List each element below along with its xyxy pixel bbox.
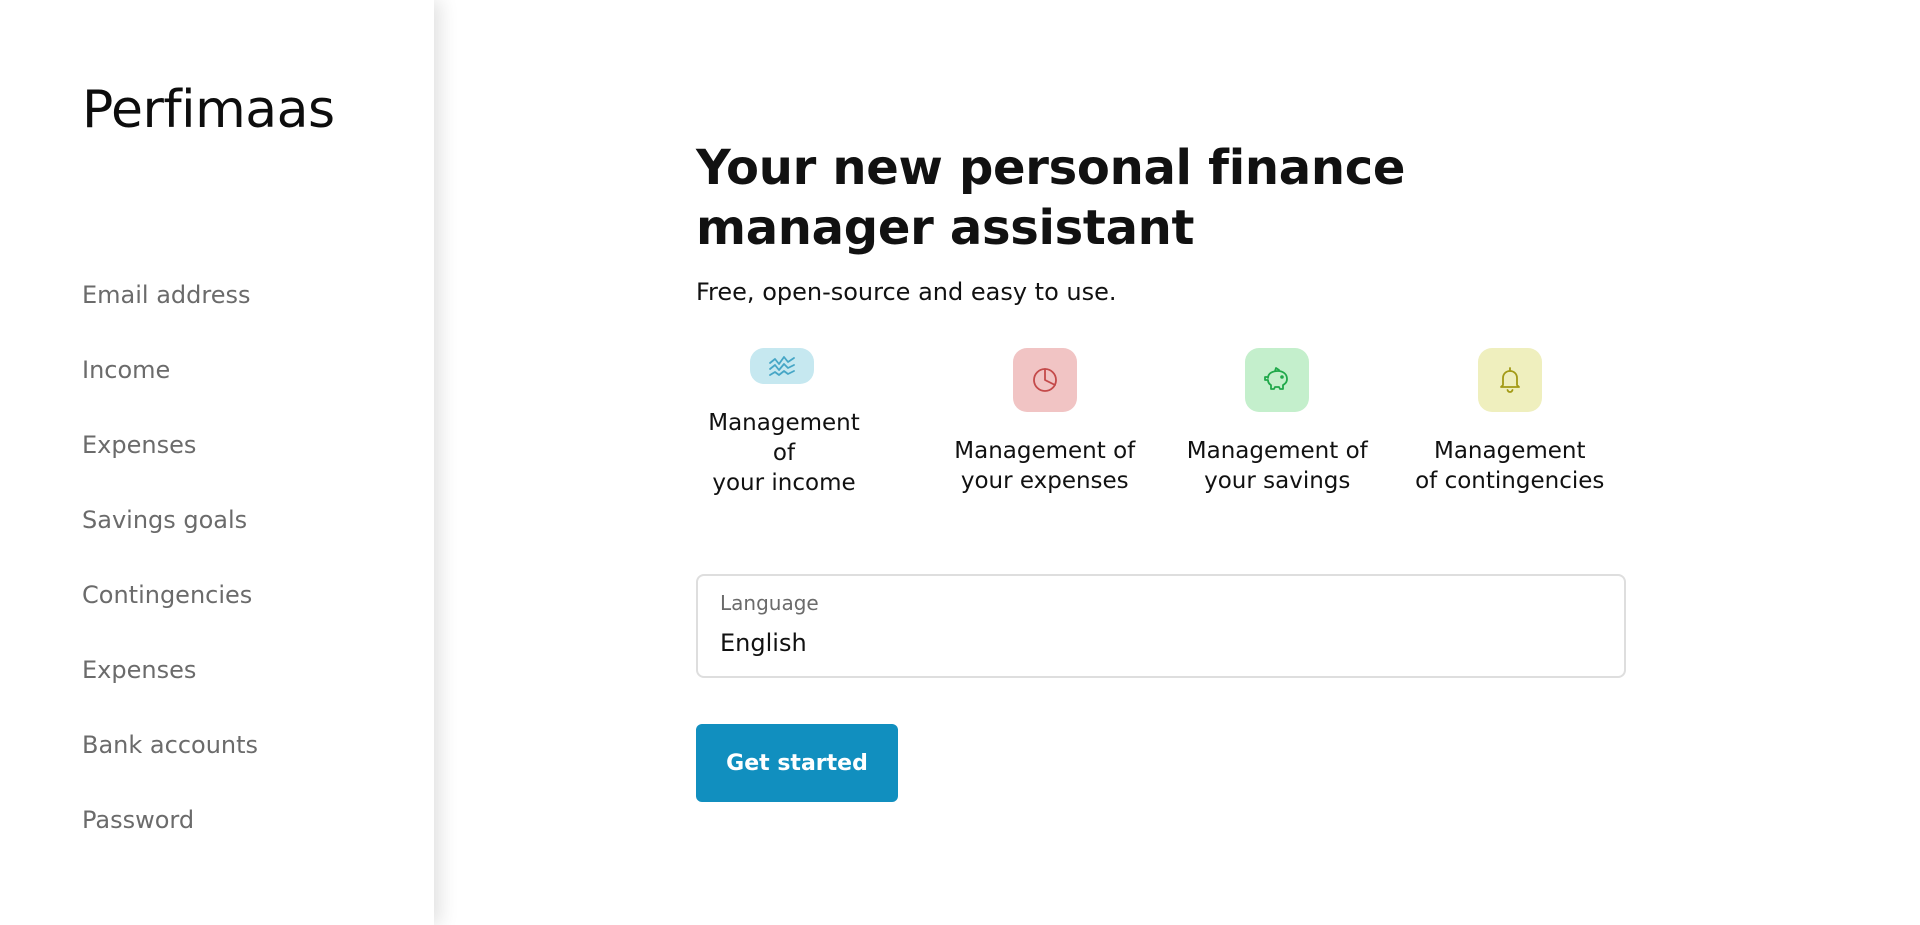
sidebar-item-expenses[interactable]: Expenses — [82, 426, 258, 501]
sidebar: Perfimaas Email address Income Expenses … — [0, 0, 434, 925]
sidebar-item-bank-accounts[interactable]: Bank accounts — [82, 726, 258, 801]
sidebar-item-email-address[interactable]: Email address — [82, 276, 258, 351]
feature-expenses: Management of your expenses — [929, 348, 1162, 498]
feature-income: Management of your income — [696, 348, 929, 498]
piggy-bank-icon — [1245, 348, 1310, 412]
feature-income-label: Management of your income — [708, 410, 860, 496]
get-started-button[interactable]: Get started — [696, 724, 898, 802]
page-subtitle: Free, open-source and easy to use. — [696, 278, 1117, 306]
brand-logo: Perfimaas — [82, 80, 335, 140]
sidebar-item-contingencies[interactable]: Contingencies — [82, 576, 258, 651]
feature-savings-label: Management of your savings — [1186, 438, 1368, 494]
feature-contingencies: Management of contingencies — [1394, 348, 1627, 498]
sidebar-nav: Email address Income Expenses Savings go… — [82, 276, 258, 876]
language-select[interactable]: Language English — [696, 574, 1626, 678]
welcome-panel: Your new personal finance manager assist… — [696, 138, 1626, 802]
language-label: Language — [720, 591, 819, 615]
sidebar-item-password[interactable]: Password — [82, 801, 258, 876]
bell-icon — [1477, 348, 1542, 412]
feature-expenses-label: Management of your expenses — [954, 438, 1136, 494]
main-content: Your new personal finance manager assist… — [434, 0, 1920, 925]
app-root: Perfimaas Email address Income Expenses … — [0, 0, 1920, 925]
sidebar-item-expenses-2[interactable]: Expenses — [82, 651, 258, 726]
feature-savings: Management of your savings — [1161, 348, 1394, 498]
pie-chart-icon — [1012, 348, 1077, 412]
feature-contingencies-label: Management of contingencies — [1415, 438, 1605, 494]
language-value: English — [720, 629, 807, 657]
feature-list: Management of your income Management of … — [696, 348, 1626, 498]
sidebar-item-income[interactable]: Income — [82, 351, 258, 426]
page-title: Your new personal finance manager assist… — [696, 140, 1406, 256]
sidebar-item-savings-goals[interactable]: Savings goals — [82, 501, 258, 576]
income-wave-icon — [750, 348, 814, 384]
